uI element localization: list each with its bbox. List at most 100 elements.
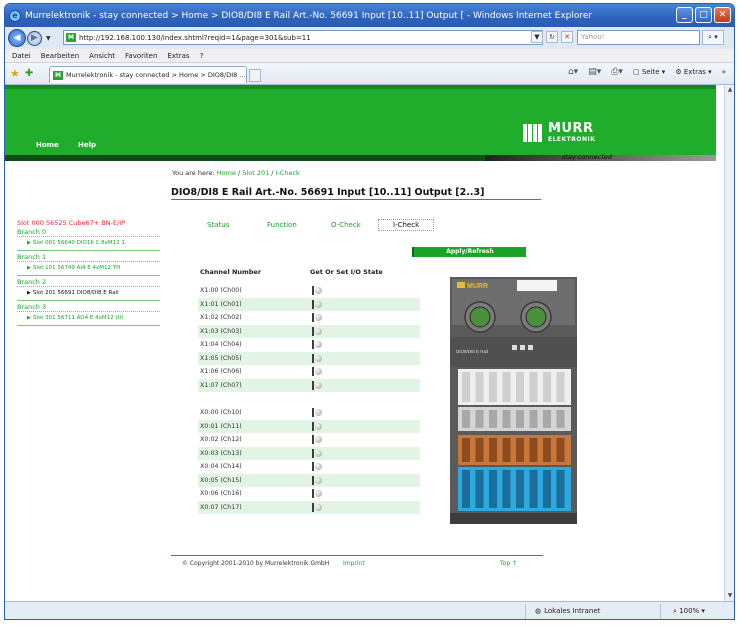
terminal-slot — [543, 438, 551, 462]
page-menu[interactable]: ▢ Seite ▾ — [633, 68, 665, 76]
new-tab-button[interactable] — [249, 69, 261, 82]
sidebar-top-slot[interactable]: Slot 000 56525 Cube67+ BN-E/IP — [17, 219, 160, 227]
device-rail-foot — [450, 513, 577, 524]
close-button[interactable]: ✕ — [714, 7, 731, 23]
io-state-led-icon[interactable] — [312, 489, 322, 498]
io-state-led-icon[interactable] — [312, 299, 322, 309]
print-icon[interactable]: ⎙▾ — [611, 67, 623, 77]
menu-extras[interactable]: Extras — [167, 52, 189, 60]
io-state-led-icon[interactable] — [312, 380, 322, 390]
io-state-led-icon[interactable] — [312, 326, 322, 336]
terminal-slot — [543, 470, 551, 508]
breadcrumb-home[interactable]: Home — [217, 169, 236, 177]
footer-top-link[interactable]: Top ↑ — [500, 560, 517, 567]
sidebar-item-label: Slot 201 56691 DIO8/DI8 E Rail — [32, 290, 119, 296]
sidebar: Slot 000 56525 Cube67+ BN-E/IP Branch 0 … — [17, 219, 160, 328]
footer-imprint-link[interactable]: Imprint — [343, 560, 365, 567]
nav-help-link[interactable]: Help — [78, 141, 96, 149]
home-icon[interactable]: ⌂▾ — [568, 67, 578, 77]
io-state-led-icon[interactable] — [312, 448, 322, 458]
back-button[interactable]: ◀ — [8, 29, 26, 47]
url-field[interactable]: M http://192.168.100.130/index.shtml?req… — [63, 30, 543, 45]
io-state-led-icon[interactable] — [312, 286, 322, 295]
table-row: X0:07 (Ch17) — [198, 500, 420, 514]
device-image: MURR DIO8/DI8 E Rail — [450, 277, 577, 524]
sidebar-item-slot-201[interactable]: ▶ Slot 201 56691 DIO8/DI8 E Rail — [17, 286, 160, 301]
menu-datei[interactable]: Datei — [12, 52, 31, 60]
apply-refresh-button[interactable]: Apply/Refresh — [412, 247, 526, 257]
table-row: X0:04 (Ch14) — [198, 460, 420, 473]
scroll-down-icon[interactable]: ▼ — [725, 591, 734, 601]
favorites-bar: ★ ✚ M Murrelektronik - stay connected > … — [5, 63, 734, 85]
table-row: X0:02 (Ch12) — [198, 433, 420, 446]
terminal-slot — [475, 372, 484, 402]
toolbar-overflow-icon[interactable]: » — [722, 68, 726, 76]
favorites-star-icon[interactable]: ★ — [10, 67, 20, 80]
feeds-icon[interactable]: ▤▾ — [588, 67, 601, 77]
logo-mark-icon — [523, 124, 545, 142]
channel-label: X0:05 (Ch15) — [200, 476, 242, 484]
zoom-control[interactable]: ⌕ 100% ▾ — [673, 607, 705, 616]
io-state-led-icon[interactable] — [312, 462, 322, 471]
io-state-led-icon[interactable] — [312, 502, 322, 512]
channel-label: X1:03 (Ch03) — [200, 327, 242, 335]
tagline: stay connected — [562, 153, 612, 161]
io-state-led-icon[interactable] — [312, 353, 322, 363]
browser-tab[interactable]: M Murrelektronik - stay connected > Home… — [49, 66, 247, 83]
io-state-led-icon[interactable] — [312, 435, 322, 444]
globe-icon: ◍ — [535, 607, 542, 615]
page-title: DIO8/DI8 E Rail Art.-No. 56691 Input [10… — [171, 187, 485, 198]
maximize-button[interactable]: □ — [695, 7, 712, 23]
forward-button[interactable]: ▶ — [27, 30, 42, 46]
terminal-slot — [462, 470, 470, 508]
channel-label: X1:00 (Ch00) — [200, 287, 242, 294]
tab-status[interactable]: Status — [207, 221, 229, 229]
tab-function[interactable]: Function — [267, 221, 297, 229]
search-input[interactable]: Yahoo! — [577, 30, 700, 45]
search-icon[interactable]: ⌕ ▾ — [702, 30, 724, 45]
io-state-led-icon[interactable] — [312, 340, 322, 349]
menu-bearbeiten[interactable]: Bearbeiten — [41, 52, 79, 60]
add-favorite-icon[interactable]: ✚ — [25, 68, 33, 79]
page-menu-label: Seite — [641, 68, 660, 76]
page-viewport: Home Help MURR ELEKTRONIK stay connected… — [5, 85, 726, 601]
table-row: X1:02 (Ch02) — [198, 311, 420, 324]
channel-label: X0:06 (Ch16) — [200, 490, 242, 497]
refresh-icon[interactable]: ↻ — [546, 31, 558, 43]
terminal-band-3 — [458, 467, 571, 511]
terminal-slot — [502, 470, 511, 508]
history-dropdown-icon[interactable]: ▼ — [46, 35, 51, 42]
scroll-up-icon[interactable]: ▲ — [725, 85, 734, 95]
table-row: X1:05 (Ch05) — [198, 351, 420, 365]
terminal-slot — [516, 372, 524, 402]
extras-menu-label: Extras — [683, 68, 706, 76]
io-state-led-icon[interactable] — [312, 313, 322, 322]
io-state-led-icon[interactable] — [312, 367, 322, 376]
breadcrumb-current[interactable]: I-Check — [276, 169, 300, 177]
stop-icon[interactable]: ✕ — [561, 31, 573, 43]
menu-favoriten[interactable]: Favoriten — [125, 52, 157, 60]
extras-menu[interactable]: ⚙ Extras ▾ — [675, 68, 711, 76]
m12-connector-right-core — [525, 306, 547, 328]
menu-ansicht[interactable]: Ansicht — [89, 52, 115, 60]
io-state-led-icon[interactable] — [312, 475, 322, 485]
terminal-slot — [489, 410, 497, 428]
breadcrumb-slot[interactable]: Slot 201 — [242, 169, 269, 177]
sidebar-item-slot-101[interactable]: ▶ Slot 101 56749 AI4 E 4xM12 TH — [17, 261, 160, 276]
sidebar-item-slot-001[interactable]: ▶ Slot 001 56640 DIO16 C 8xM12 1. — [17, 236, 160, 251]
url-dropdown-icon[interactable]: ▼ — [531, 31, 543, 43]
header-top-strip — [5, 85, 716, 89]
table-row: X1:04 (Ch04) — [198, 338, 420, 351]
nav-home-link[interactable]: Home — [36, 141, 59, 149]
menu-help[interactable]: ? — [200, 52, 204, 60]
status-led-2 — [520, 345, 525, 350]
io-state-led-icon[interactable] — [312, 408, 322, 417]
tab-i-check[interactable]: I-Check — [378, 219, 435, 231]
vertical-scrollbar[interactable]: ▲ ▼ — [724, 85, 734, 601]
minimize-button[interactable]: _ — [676, 7, 693, 23]
status-bar: ◍ Lokales Intranet ⌕ 100% ▾ — [5, 601, 734, 619]
io-state-led-icon[interactable] — [312, 421, 322, 431]
channel-label: X0:03 (Ch13) — [200, 449, 242, 457]
sidebar-item-slot-301[interactable]: ▶ Slot 301 56711 AO4 E 4xM12 (U) — [17, 311, 160, 326]
tab-o-check[interactable]: O-Check — [331, 221, 361, 229]
